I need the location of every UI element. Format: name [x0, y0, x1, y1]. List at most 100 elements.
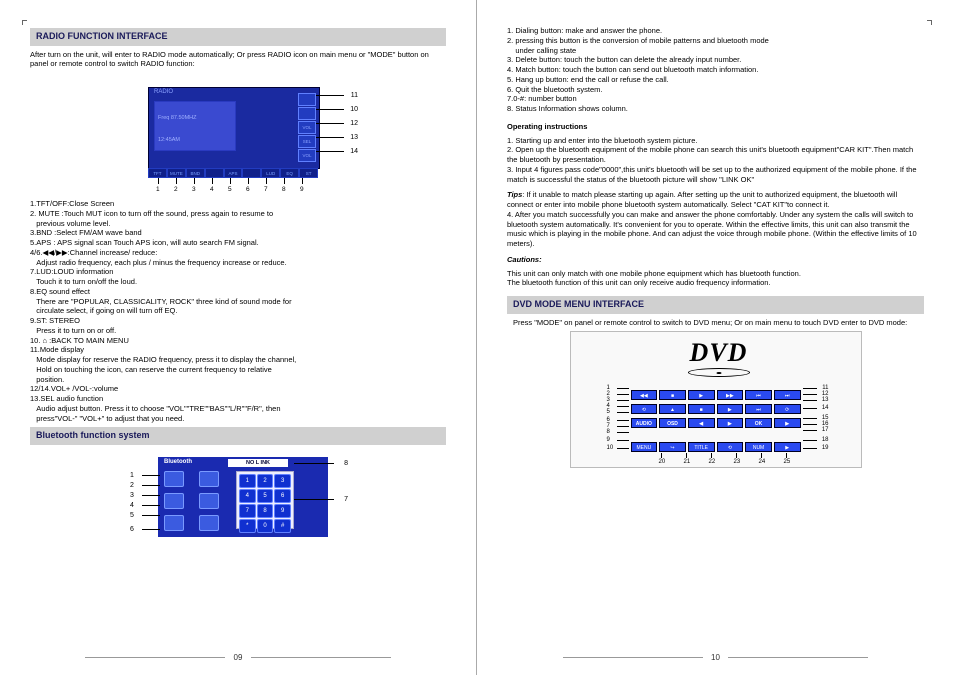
dvd-disc-icon [688, 368, 750, 377]
radio-rbtn: SEL [298, 135, 316, 148]
callout-number: 17 [822, 427, 829, 435]
dvd-btn: ▶▶ [717, 390, 744, 400]
list-item: 8.EQ sound effect [30, 287, 446, 297]
list-item: 1. Starting up and enter into the blueto… [507, 136, 924, 146]
keypad-key: 8 [257, 504, 274, 518]
dvd-btn-ok: OK [745, 418, 772, 428]
dvd-btn: ■ [688, 404, 715, 414]
radio-rbtn: VOL [298, 149, 316, 162]
callout-number: 12 [350, 119, 358, 128]
callout-number: 10 [607, 445, 614, 453]
dvd-logo-block: DVD [649, 336, 789, 377]
list-item: 3. Delete button: touch the button can d… [507, 55, 924, 65]
keypad-key: 7 [239, 504, 256, 518]
dvd-intro: Press "MODE" on panel or remote control … [507, 318, 924, 328]
list-item: Mode display for reserve the RADIO frequ… [30, 355, 446, 365]
list-item: 5. Hang up button: end the call or refus… [507, 75, 924, 85]
operating-instructions-list: 1. Starting up and enter into the blueto… [507, 136, 924, 185]
callout-number: 3 [192, 186, 196, 194]
callout-number: 10 [350, 105, 358, 114]
callout-number: 3 [130, 491, 134, 500]
radio-time: 12:45AM [158, 137, 180, 144]
keypad-key: 0 [257, 519, 274, 533]
radio-bbtn: ST [299, 168, 318, 178]
bluetooth-keypad: 123456789*0# [236, 471, 294, 529]
list-item: 1. Dialing button: make and answer the p… [507, 26, 924, 36]
dvd-btn-osd: OSD [659, 418, 686, 428]
dvd-btn: ▲ [659, 404, 686, 414]
radio-frequency: Freq 87.50MHZ [158, 115, 197, 122]
bluetooth-icon-grid [164, 471, 224, 531]
callout-number: 2 [174, 186, 178, 194]
radio-bbtn: APS [224, 168, 243, 178]
callout-number: 4 [130, 501, 134, 510]
list-item: previous volume level. [30, 219, 446, 229]
match-icon [199, 493, 219, 509]
callout-number: 9 [300, 186, 304, 194]
list-item: Touch it to turn on/off the loud. [30, 277, 446, 287]
list-item: press"VOL-" "VOL+" to adjust that you ne… [30, 414, 446, 424]
radio-figure: RADIO Freq 87.50MHZ 12:45AM VOL SEL VOL … [98, 73, 378, 193]
list-item: 3. Input 4 figures pass code"0000",this … [507, 165, 924, 185]
callout-number: 19 [822, 445, 829, 453]
callout-number: 24 [759, 459, 766, 467]
callout-number: 1 [156, 186, 160, 194]
page-number-left: 09 [0, 653, 476, 663]
radio-bbtn [205, 168, 224, 178]
page-left: RADIO FUNCTION INTERFACE After turn on t… [0, 0, 477, 675]
dvd-btn: ◀ [688, 418, 715, 428]
dvd-btn: ▶ [717, 418, 744, 428]
list-item: position. [30, 375, 446, 385]
dvd-btn: ◀◀ [631, 390, 658, 400]
operating-instructions-title: Operating instructions [507, 122, 924, 132]
dvd-btn: ▶ [774, 442, 801, 452]
bluetooth-figure: Bluetooth NO L INK 123456789*0# 1 2 3 4 … [98, 449, 378, 549]
keypad-key: 4 [239, 489, 256, 503]
mode-switch-icon [199, 471, 219, 487]
hangup-icon [164, 515, 184, 531]
dvd-section-title: DVD MODE MENU INTERFACE [507, 296, 924, 314]
cautions-label: Cautions: [507, 255, 924, 265]
radio-bbtn: EQ [280, 168, 299, 178]
callout-number: 5 [130, 511, 134, 520]
dvd-btn: ⟲ [631, 404, 658, 414]
radio-bbtn: BND [186, 168, 205, 178]
manual-spread: RADIO FUNCTION INTERFACE After turn on t… [0, 0, 954, 675]
callout-number: 5 [607, 409, 610, 417]
dvd-btn: ▶ [688, 390, 715, 400]
keypad-key: 2 [257, 474, 274, 488]
list-item: 2. MUTE :Touch MUT icon to turn off the … [30, 209, 446, 219]
dvd-button-row-d: MENU ↪ TITLE ⟲ NUM ▶ [631, 442, 801, 452]
list-item: 13.SEL audio function [30, 394, 446, 404]
delete-icon [164, 493, 184, 509]
radio-intro: After turn on the unit, will enter to RA… [30, 50, 446, 70]
keypad-key: 6 [274, 489, 291, 503]
radio-bbtn: LUD [261, 168, 280, 178]
list-item: 5.APS : APS signal scan Touch APS icon, … [30, 238, 446, 248]
callout-number: 21 [684, 459, 691, 467]
dvd-btn: ⟳ [774, 404, 801, 414]
list-item: under calling state [507, 46, 924, 56]
dvd-btn-audio: AUDIO [631, 418, 658, 428]
list-item: 1.TFT/OFF:Close Screen [30, 199, 446, 209]
list-item: 12/14.VOL+ /VOL-:volume [30, 384, 446, 394]
radio-label: RADIO [154, 89, 173, 97]
callout-number: 7 [344, 495, 348, 504]
keypad-key: 9 [274, 504, 291, 518]
bluetooth-title: Bluetooth [164, 459, 192, 467]
bluetooth-section-title: Bluetooth function system [30, 427, 446, 445]
callout-number: 13 [350, 133, 358, 142]
radio-rbtn [298, 107, 316, 120]
page-number-right: 10 [477, 653, 954, 663]
list-item: 7.LUD:LOUD information [30, 267, 446, 277]
radio-rbtn: VOL [298, 121, 316, 134]
list-item: Press it to turn on or off. [30, 326, 446, 336]
list-item: 3.BND :Select FM/AM wave band [30, 228, 446, 238]
callout-number: 6 [246, 186, 250, 194]
callout-number: 4 [210, 186, 214, 194]
dvd-btn: ■ [659, 390, 686, 400]
callout-number: 13 [822, 397, 829, 405]
list-item: Hold on touching the icon, can reserve t… [30, 365, 446, 375]
dvd-btn: ⏮ [745, 390, 772, 400]
dvd-btn-title: TITLE [688, 442, 715, 452]
